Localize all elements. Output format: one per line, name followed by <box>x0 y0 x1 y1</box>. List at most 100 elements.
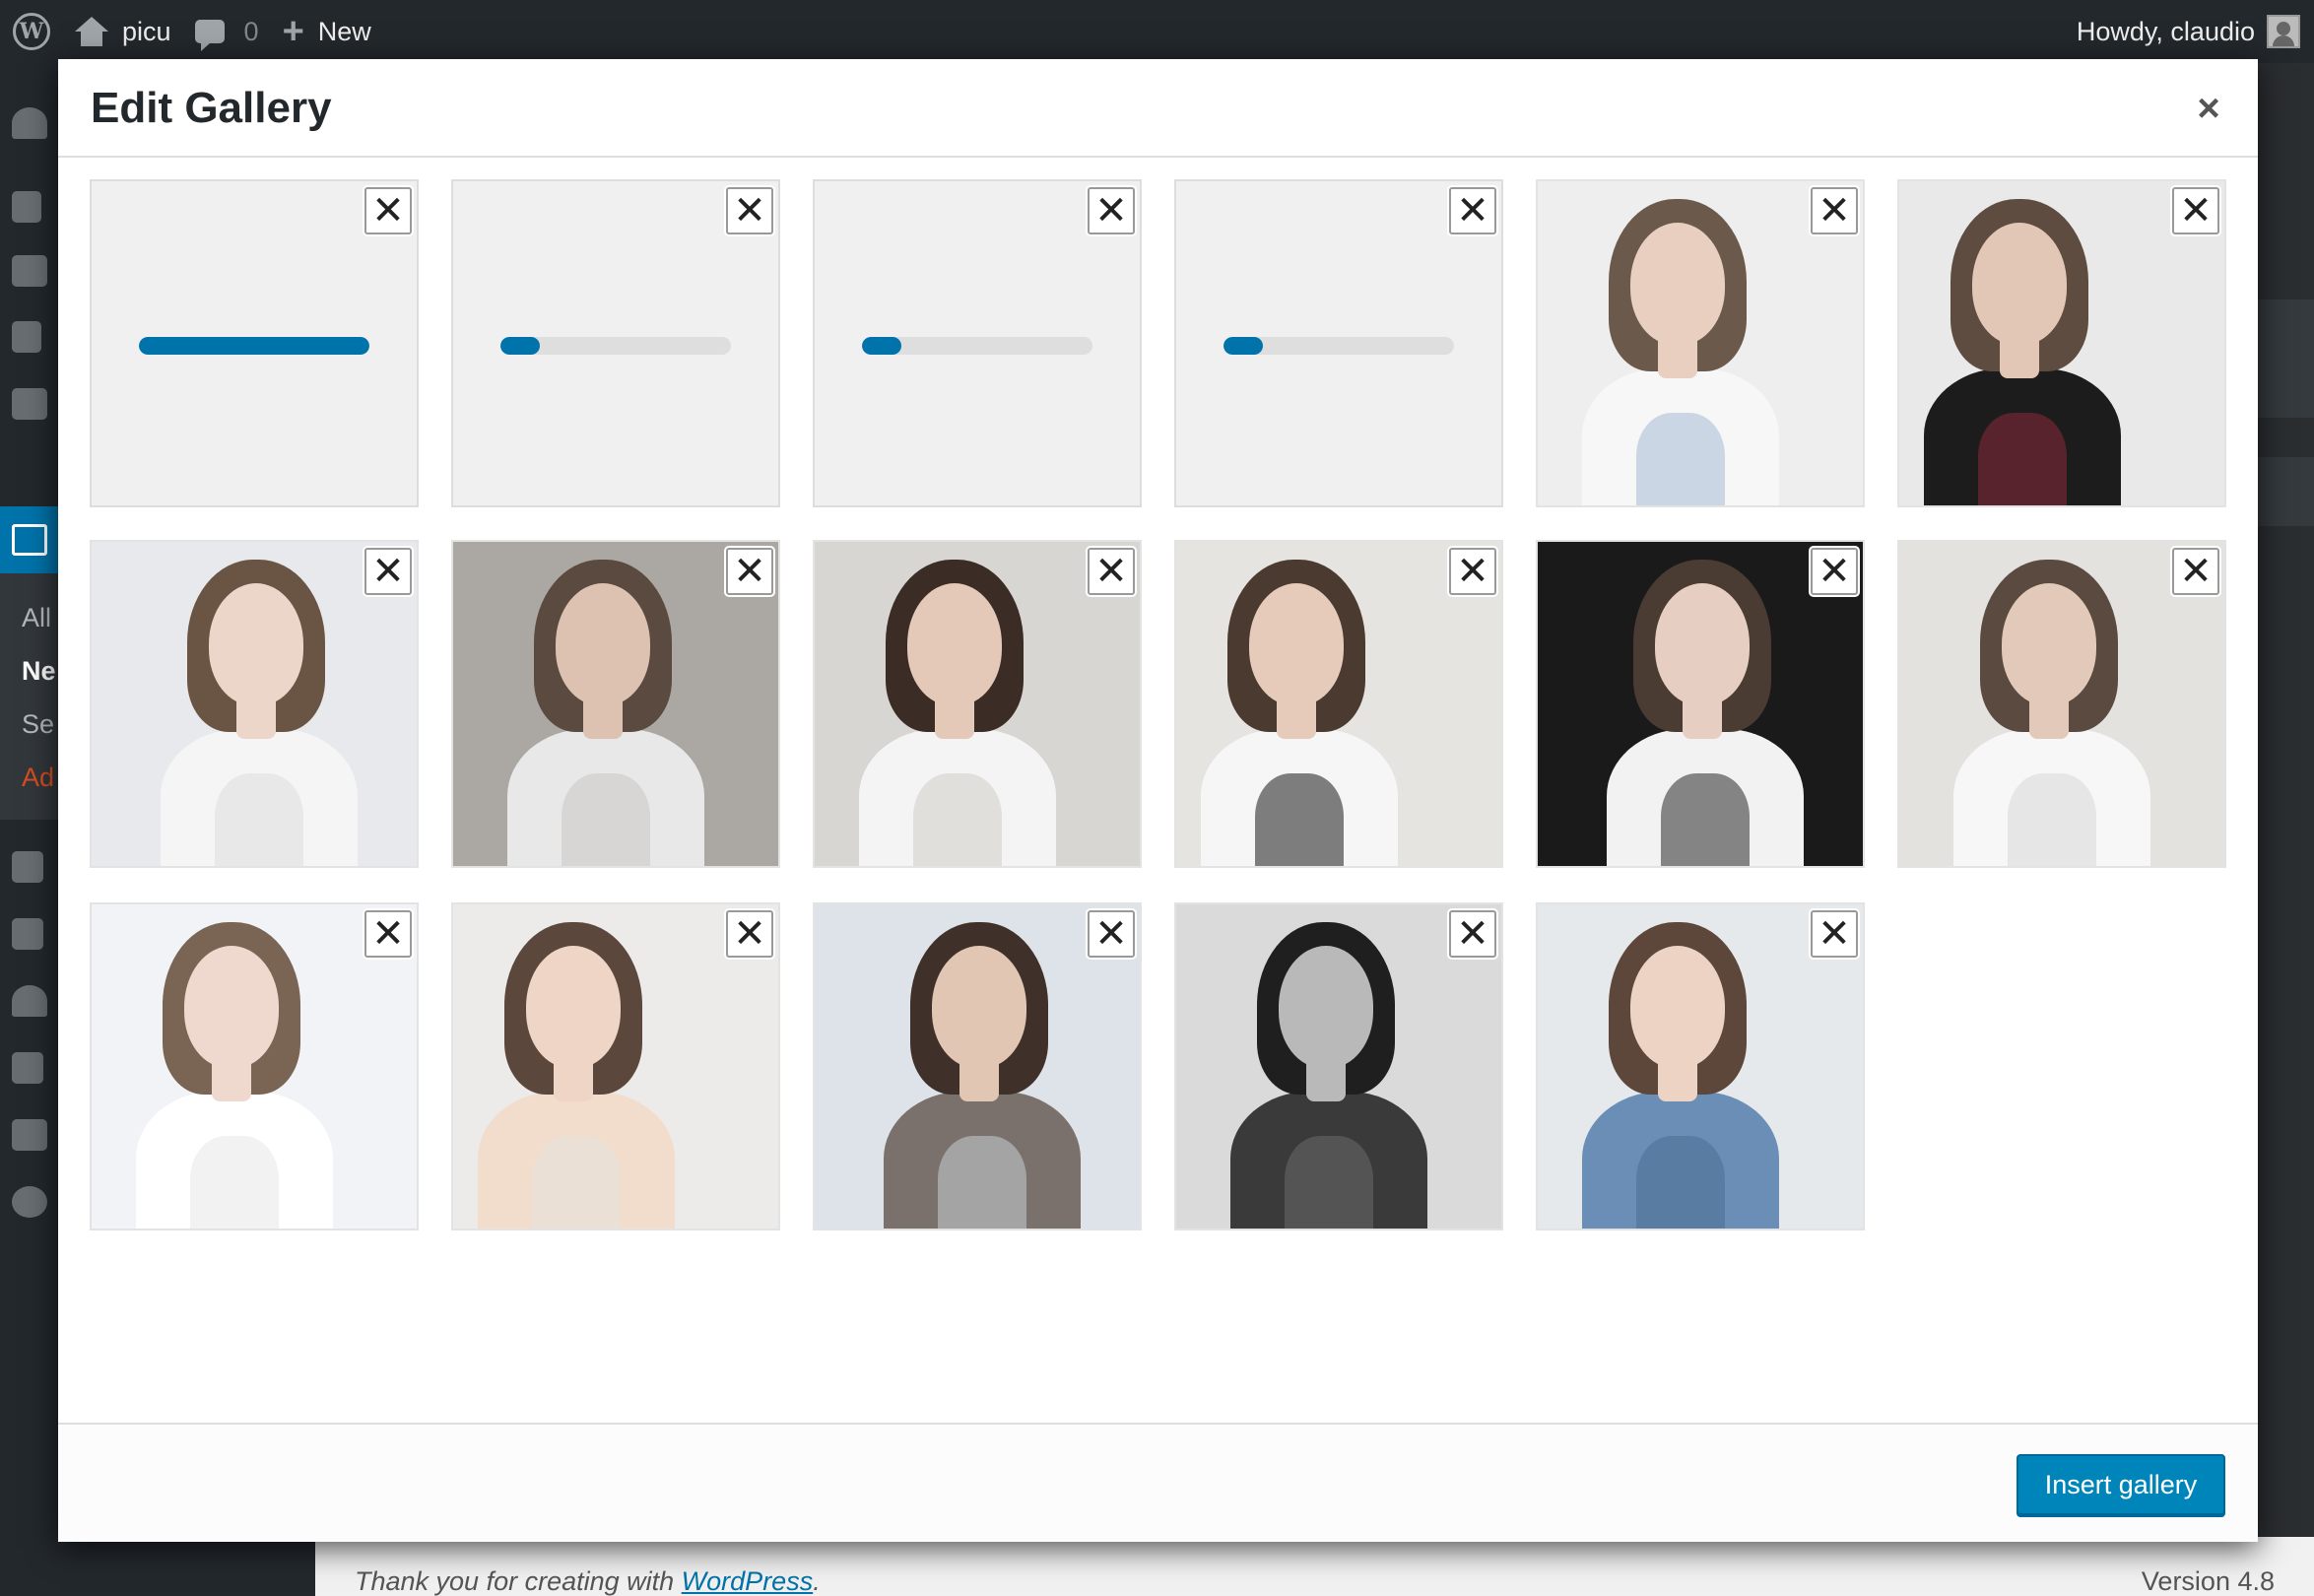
portrait-accent <box>532 1136 621 1229</box>
new-label: New <box>317 16 371 46</box>
background-page-edge <box>2258 63 2314 1537</box>
portrait-accent <box>562 773 650 866</box>
portrait-accent <box>215 773 303 866</box>
site-name-link[interactable]: picu <box>63 0 183 63</box>
remove-image-icon[interactable]: ✕ <box>2172 548 2219 595</box>
gallery-image-tile[interactable]: ✕ <box>451 902 780 1230</box>
portrait-face <box>184 946 279 1068</box>
upload-progress-fill <box>1223 337 1263 355</box>
portrait-accent <box>938 1136 1026 1229</box>
portrait-accent <box>1255 773 1344 866</box>
site-name: picu <box>122 16 171 46</box>
portrait-neck <box>583 690 623 739</box>
portrait-neck <box>554 1052 593 1101</box>
remove-image-icon[interactable]: ✕ <box>364 187 412 234</box>
portrait-neck <box>2029 690 2069 739</box>
close-icon[interactable]: × <box>2179 79 2238 138</box>
remove-image-icon[interactable]: ✕ <box>2172 187 2219 234</box>
gallery-image-tile[interactable]: ✕ <box>1536 540 1865 868</box>
remove-image-icon[interactable]: ✕ <box>1449 548 1496 595</box>
wordpress-logo-menu[interactable]: W <box>0 0 63 63</box>
remove-image-icon[interactable]: ✕ <box>1088 187 1135 234</box>
submenu: All Ne Se Ad <box>0 573 59 820</box>
gallery-image-tile[interactable]: ✕ <box>813 902 1142 1230</box>
portrait-neck <box>1683 690 1722 739</box>
portrait-accent <box>1285 1136 1373 1229</box>
remove-image-icon[interactable]: ✕ <box>1449 910 1496 958</box>
submenu-item-addons[interactable]: Ad <box>22 763 59 793</box>
media-icon[interactable] <box>12 255 47 287</box>
submenu-item-settings[interactable]: Se <box>22 709 59 740</box>
appearance-icon[interactable] <box>12 851 43 883</box>
edit-gallery-modal: Edit Gallery × ✕ ✕ ✕ ✕ ✕ ✕ ✕ ✕ ✕ ✕ ✕ ✕ ✕ ✕ ✕ ✕ ✕ Insert … <box>58 59 2258 1542</box>
remove-image-icon[interactable]: ✕ <box>1088 548 1135 595</box>
uploading-tile[interactable]: ✕ <box>1174 179 1503 507</box>
comments-count: 0 <box>243 16 259 46</box>
portrait-face <box>526 946 621 1068</box>
portrait-face <box>1279 946 1373 1068</box>
upload-progress-fill <box>139 337 369 355</box>
gallery-image-tile[interactable]: ✕ <box>90 540 419 868</box>
portrait-neck <box>1306 1052 1346 1101</box>
portrait-accent <box>913 773 1002 866</box>
pin-icon[interactable] <box>12 191 41 223</box>
remove-image-icon[interactable]: ✕ <box>1811 187 1858 234</box>
gallery-image-tile[interactable]: ✕ <box>1536 902 1865 1230</box>
pages-icon[interactable] <box>12 321 41 353</box>
portrait-accent <box>2008 773 2096 866</box>
remove-image-icon[interactable]: ✕ <box>726 548 773 595</box>
remove-image-icon[interactable]: ✕ <box>364 548 412 595</box>
portrait-neck <box>212 1052 251 1101</box>
collapse-menu-icon[interactable] <box>12 1186 47 1218</box>
uploading-tile[interactable]: ✕ <box>451 179 780 507</box>
remove-image-icon[interactable]: ✕ <box>726 910 773 958</box>
portrait-face <box>1249 583 1344 705</box>
comments-link[interactable]: 0 <box>183 0 271 63</box>
portrait-face <box>1972 223 2067 345</box>
wordpress-link[interactable]: WordPress <box>682 1566 814 1596</box>
portrait-neck <box>935 690 974 739</box>
footer-thanks: Thank you for creating with WordPress. <box>355 1566 821 1596</box>
plugins-icon[interactable] <box>12 918 43 950</box>
gallery-image-tile[interactable]: ✕ <box>451 540 780 868</box>
uploading-tile[interactable]: ✕ <box>813 179 1142 507</box>
settings-icon[interactable] <box>12 1119 47 1151</box>
modal-title: Edit Gallery <box>91 84 332 132</box>
portrait-accent <box>1636 1136 1725 1229</box>
users-icon[interactable] <box>12 985 47 1017</box>
remove-image-icon[interactable]: ✕ <box>726 187 773 234</box>
admin-side-menu: All Ne Se Ad <box>0 63 59 1596</box>
dashboard-icon[interactable] <box>12 107 47 139</box>
new-content-menu[interactable]: + New <box>271 0 383 63</box>
submenu-item-new[interactable]: Ne <box>22 656 59 687</box>
portrait-accent <box>1661 773 1750 866</box>
gallery-image-tile[interactable]: ✕ <box>1897 179 2226 507</box>
remove-image-icon[interactable]: ✕ <box>1449 187 1496 234</box>
portrait-neck <box>1658 1052 1697 1101</box>
uploading-tile[interactable]: ✕ <box>90 179 419 507</box>
upload-progress-fill <box>862 337 901 355</box>
insert-gallery-button[interactable]: Insert gallery <box>2016 1454 2225 1515</box>
modal-footer: Insert gallery <box>58 1423 2258 1542</box>
portrait-face <box>907 583 1002 705</box>
upload-progress-fill <box>500 337 540 355</box>
remove-image-icon[interactable]: ✕ <box>1088 910 1135 958</box>
gallery-image-tile[interactable]: ✕ <box>90 902 419 1230</box>
gallery-image-tile[interactable]: ✕ <box>1174 902 1503 1230</box>
upload-progress-bar <box>1223 337 1454 355</box>
active-menu-item[interactable] <box>0 506 59 573</box>
comments-icon[interactable] <box>12 388 47 420</box>
portrait-face <box>556 583 650 705</box>
gallery-image-tile[interactable]: ✕ <box>1536 179 1865 507</box>
tools-icon[interactable] <box>12 1052 43 1084</box>
upload-progress-bar <box>500 337 731 355</box>
gallery-image-tile[interactable]: ✕ <box>1174 540 1503 868</box>
portrait-face <box>1630 223 1725 345</box>
gallery-image-tile[interactable]: ✕ <box>1897 540 2226 868</box>
remove-image-icon[interactable]: ✕ <box>1811 910 1858 958</box>
submenu-item-all[interactable]: All <box>22 603 59 633</box>
remove-image-icon[interactable]: ✕ <box>364 910 412 958</box>
account-menu[interactable]: Howdy, claudio <box>2077 0 2300 63</box>
gallery-image-tile[interactable]: ✕ <box>813 540 1142 868</box>
remove-image-icon[interactable]: ✕ <box>1811 548 1858 595</box>
